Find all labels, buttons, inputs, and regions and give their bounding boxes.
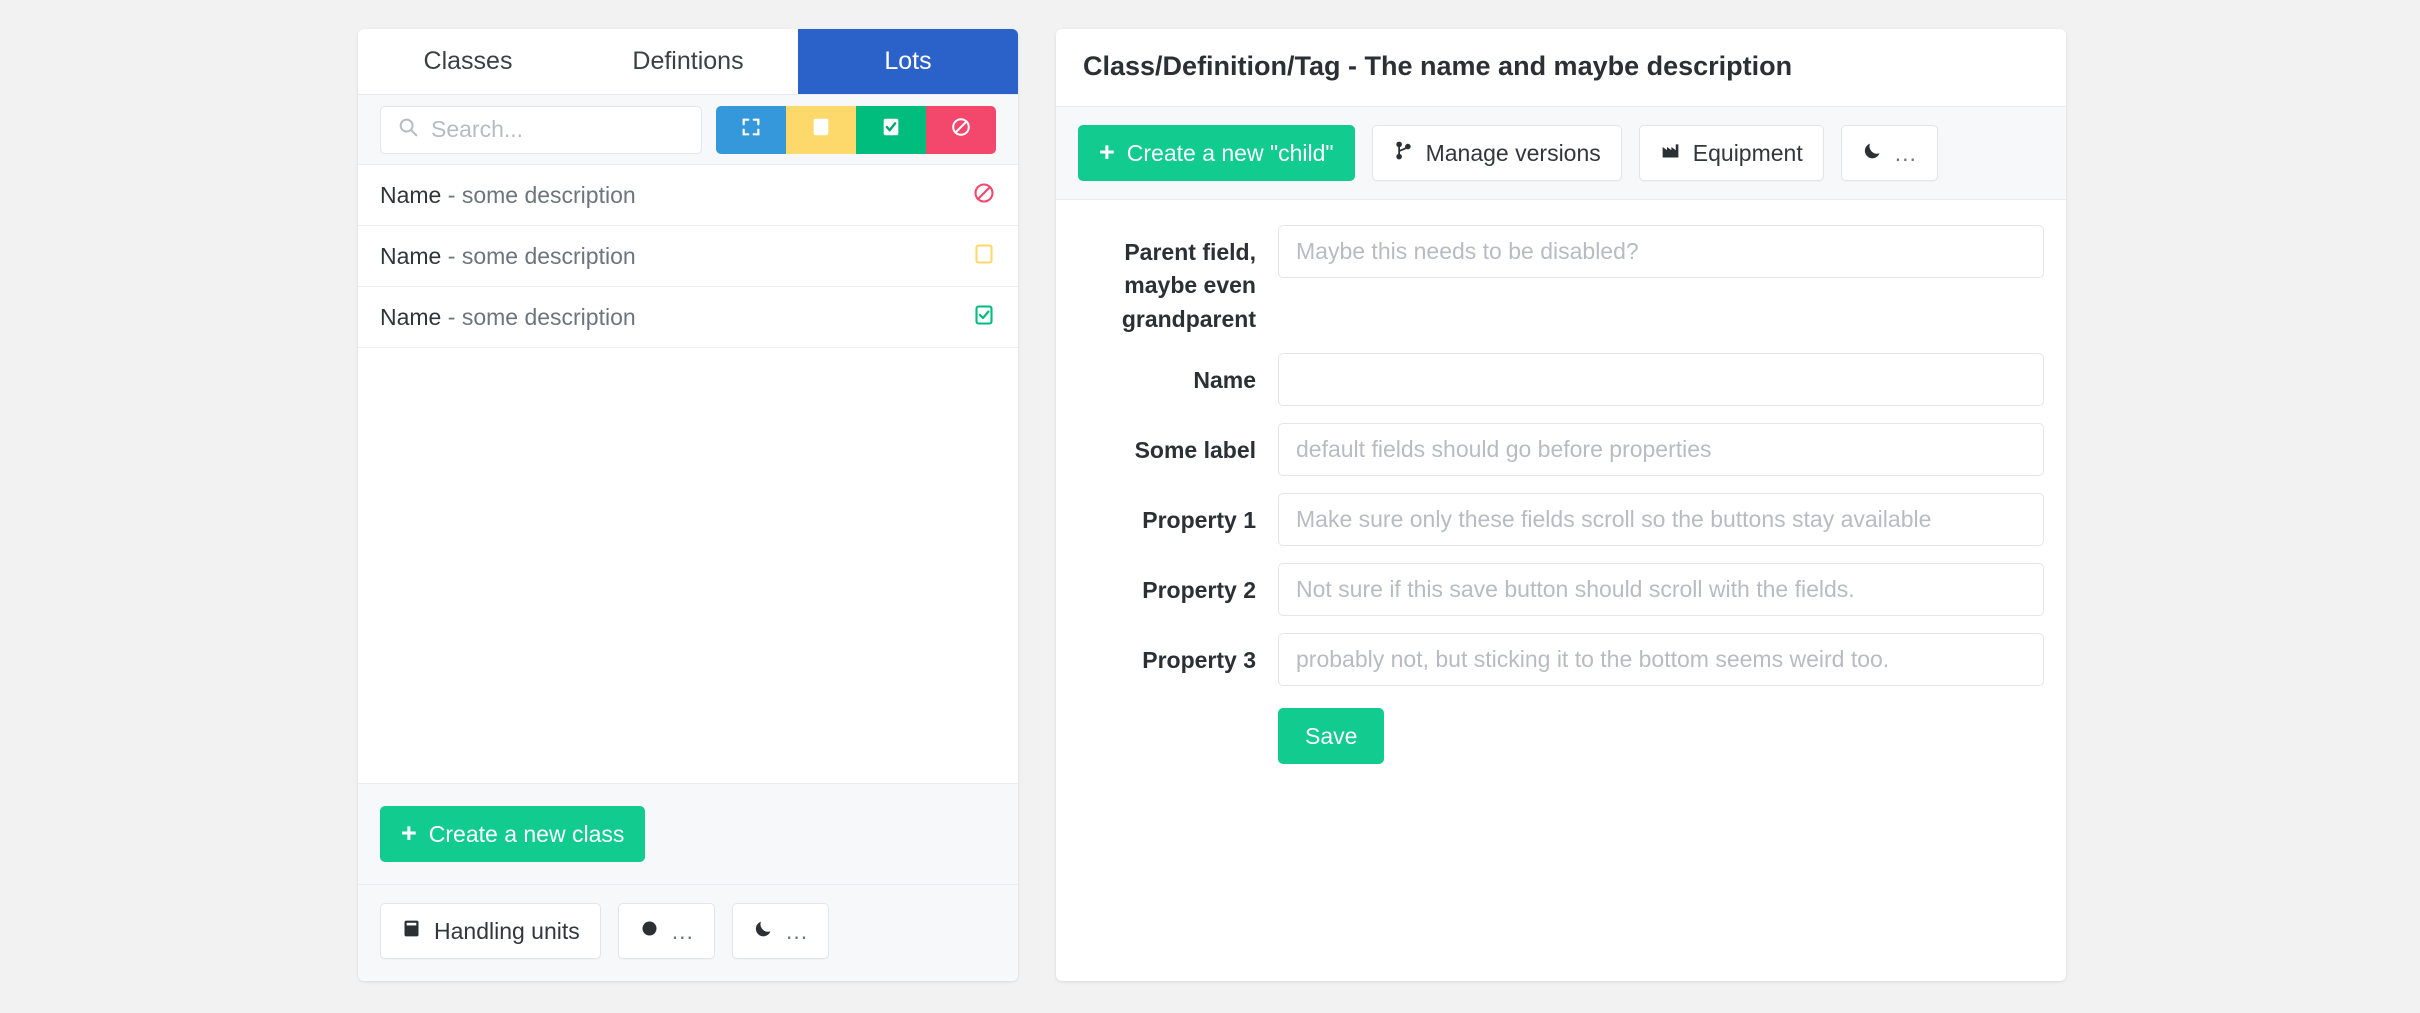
name-label: Name: [1193, 367, 1256, 394]
property-3-input[interactable]: probably not, but sticking it to the bot…: [1278, 633, 2044, 687]
handling-units-label: Handling units: [434, 917, 580, 944]
expand-icon: [740, 116, 762, 143]
tab-classes-label: Classes: [423, 46, 513, 75]
save-button[interactable]: Save: [1278, 708, 1385, 765]
square-check-icon: [880, 116, 902, 143]
app-root: Classes Defintions Lots Search... Name -…: [0, 0, 2420, 1013]
list-item-description: some description: [461, 303, 636, 330]
form-row-some-label: Some label default fields should go befo…: [1078, 423, 2044, 477]
moon-menu-label: ...: [1894, 139, 1917, 166]
property-2-label: Property 2: [1142, 577, 1256, 604]
search-input[interactable]: Search...: [380, 105, 702, 154]
some-label-label: Some label: [1134, 437, 1256, 464]
create-new-class-button[interactable]: + Create a new class: [380, 806, 646, 862]
list-item[interactable]: Name - some description: [358, 287, 1018, 348]
form-row-property-1: Property 1 Make sure only these fields s…: [1078, 493, 2044, 547]
form-row-property-2: Property 2 Not sure if this save button …: [1078, 563, 2044, 617]
manage-versions-label: Manage versions: [1425, 139, 1601, 166]
equipment-button[interactable]: Equipment: [1638, 125, 1824, 181]
create-new-child-button[interactable]: + Create a new "child": [1078, 125, 1355, 181]
moon-menu-label: ...: [785, 917, 809, 944]
equipment-label: Equipment: [1692, 139, 1803, 166]
tab-defintions-label: Defintions: [632, 46, 744, 75]
class-list[interactable]: Name - some description Name - some desc…: [358, 165, 1018, 783]
property-2-input[interactable]: Not sure if this save button should scro…: [1278, 563, 2044, 617]
property-1-placeholder: Make sure only these fields scroll so th…: [1296, 506, 1932, 533]
search-filter-bar: Search...: [358, 95, 1018, 165]
name-input[interactable]: [1278, 353, 2044, 407]
form-row-property-3: Property 3 probably not, but sticking it…: [1078, 633, 2044, 687]
list-item-text: Name - some description: [380, 243, 636, 270]
save-row: Save: [1078, 708, 2044, 765]
factory-icon: [1660, 140, 1681, 167]
property-3-label: Property 3: [1142, 647, 1256, 674]
expand-filter-button[interactable]: [716, 105, 786, 154]
detail-form: Parent field, maybe even grandparent May…: [1056, 200, 2066, 981]
plus-icon: +: [401, 817, 417, 848]
manage-versions-button[interactable]: Manage versions: [1371, 125, 1622, 181]
list-item-text: Name - some description: [380, 304, 636, 331]
circle-menu-label: ...: [671, 917, 694, 944]
tab-lots[interactable]: Lots: [798, 29, 1018, 94]
list-item-separator: -: [441, 303, 462, 330]
left-footer-bar: Handling units ... ...: [358, 884, 1018, 981]
property-1-label: Property 1: [1142, 507, 1256, 534]
search-icon: [397, 116, 419, 143]
circle-icon: [639, 918, 660, 945]
list-item[interactable]: Name - some description: [358, 226, 1018, 287]
ban-icon: [950, 116, 972, 143]
square-check-icon[interactable]: [972, 303, 996, 332]
detail-toolbar: + Create a new "child" Manage versions E…: [1056, 107, 2066, 200]
list-item-text: Name - some description: [380, 182, 636, 209]
moon-icon: [753, 918, 774, 945]
tab-classes[interactable]: Classes: [358, 29, 578, 94]
list-item-name: Name: [380, 303, 442, 330]
list-item-separator: -: [441, 242, 462, 269]
create-class-bar: + Create a new class: [358, 783, 1018, 884]
tab-lots-label: Lots: [884, 46, 932, 75]
list-item-description: some description: [461, 242, 636, 269]
code-branch-icon: [1393, 140, 1414, 167]
list-item-name: Name: [380, 181, 442, 208]
list-item[interactable]: Name - some description: [358, 165, 1018, 226]
list-item-name: Name: [380, 242, 442, 269]
property-1-input[interactable]: Make sure only these fields scroll so th…: [1278, 493, 2044, 547]
parent-field-label: Parent field, maybe even grandparent: [1121, 239, 1256, 332]
left-panel: Classes Defintions Lots Search... Name -…: [358, 29, 1018, 981]
circle-menu-button[interactable]: ...: [617, 903, 715, 959]
detail-header: Class/Definition/Tag - The name and mayb…: [1056, 29, 2066, 107]
some-label-placeholder: default fields should go before properti…: [1296, 436, 1712, 463]
ban-icon[interactable]: [972, 181, 996, 210]
approved-filter-button[interactable]: [856, 105, 926, 154]
property-2-placeholder: Not sure if this save button should scro…: [1296, 576, 1855, 603]
search-placeholder: Search...: [431, 116, 524, 142]
plus-icon: +: [1099, 136, 1115, 167]
moon-menu-button-detail[interactable]: ...: [1840, 125, 1938, 181]
save-spacer: [1078, 708, 1278, 764]
list-item-separator: -: [441, 181, 462, 208]
square-empty-icon[interactable]: [972, 242, 996, 271]
property-3-placeholder: probably not, but sticking it to the bot…: [1296, 646, 1890, 673]
save-button-label: Save: [1305, 722, 1358, 749]
tab-defintions[interactable]: Defintions: [578, 29, 798, 94]
some-label-input[interactable]: default fields should go before properti…: [1278, 423, 2044, 477]
page-title: Class/Definition/Tag - The name and mayb…: [1083, 51, 1793, 81]
parent-field-placeholder: Maybe this needs to be disabled?: [1296, 238, 1639, 264]
blocked-filter-button[interactable]: [926, 105, 996, 154]
create-new-class-label: Create a new class: [428, 820, 625, 847]
list-item-description: some description: [461, 181, 636, 208]
tab-bar: Classes Defintions Lots: [358, 29, 1018, 95]
filter-button-group: [716, 105, 996, 154]
create-new-child-label: Create a new "child": [1126, 139, 1334, 166]
moon-icon: [1862, 140, 1883, 167]
handling-units-button[interactable]: Handling units: [380, 903, 601, 959]
parent-field-input[interactable]: Maybe this needs to be disabled?: [1278, 225, 2044, 278]
moon-menu-button[interactable]: ...: [731, 903, 830, 959]
form-row-name: Name: [1078, 353, 2044, 407]
square-filled-icon: [810, 116, 832, 143]
pending-filter-button[interactable]: [786, 105, 856, 154]
form-row-parent-field: Parent field, maybe even grandparent May…: [1078, 225, 2044, 336]
box-icon: [401, 918, 422, 945]
right-panel: Class/Definition/Tag - The name and mayb…: [1056, 29, 2066, 981]
